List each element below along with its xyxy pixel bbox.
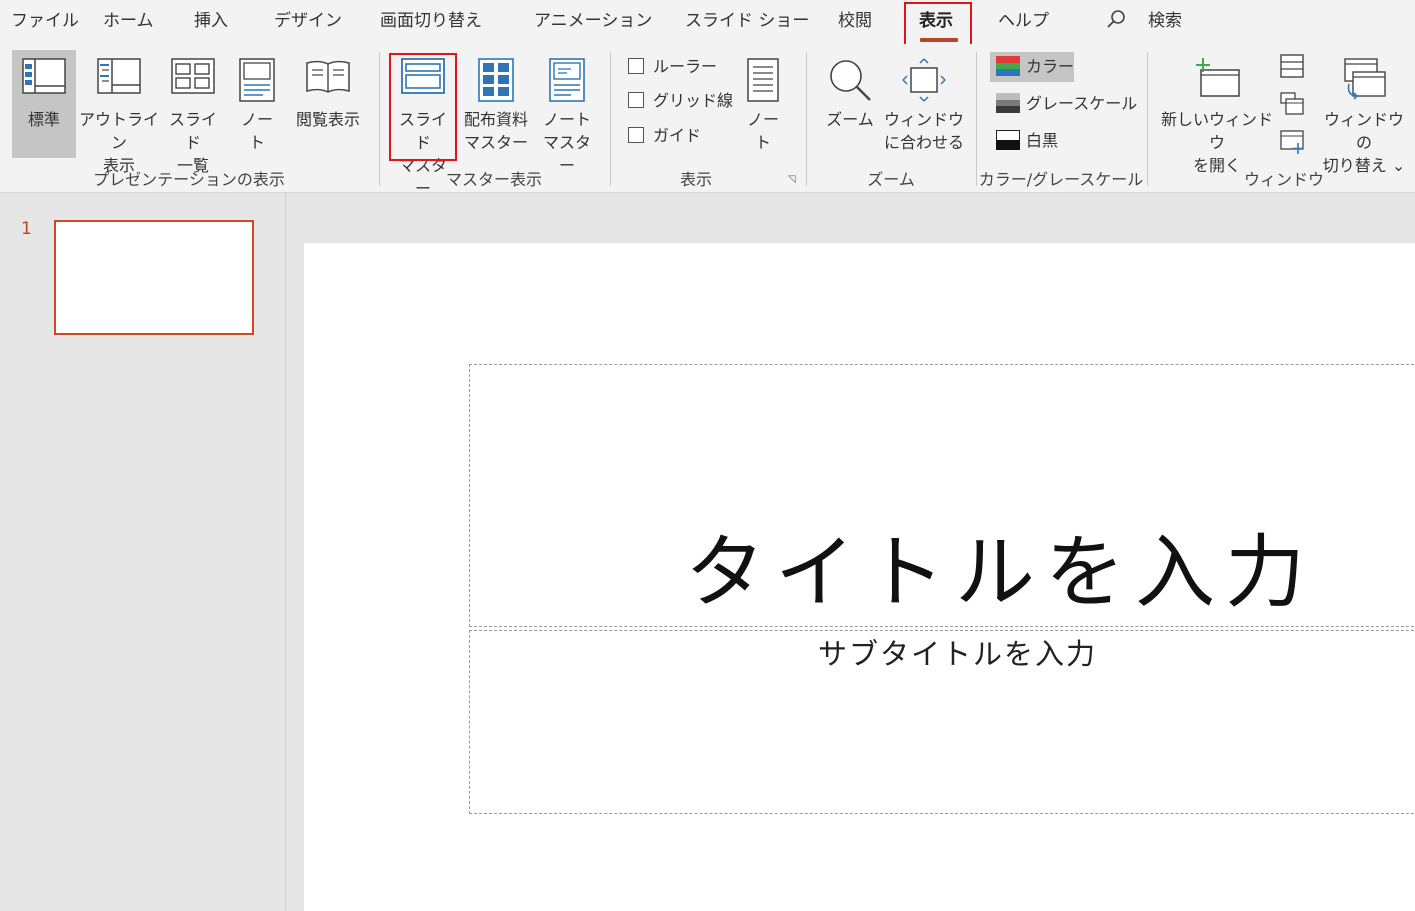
- slide-sorter-button[interactable]: スライド 一覧: [162, 50, 224, 175]
- tab-transitions[interactable]: 画面切り替え: [380, 8, 482, 34]
- title-placeholder-text: タイトルを入力: [685, 526, 1315, 619]
- switch-windows-icon: [1341, 58, 1387, 104]
- group-separator: [610, 52, 611, 186]
- search-box[interactable]: 検索: [1148, 8, 1182, 34]
- zoom-label: ズーム: [826, 110, 874, 129]
- tab-view[interactable]: 表示: [919, 8, 953, 34]
- fit-to-window-button[interactable]: ウィンドウ に合わせる: [884, 50, 964, 158]
- slide-sorter-icon: [171, 58, 215, 98]
- notes-master-label: ノート マスター: [542, 110, 591, 175]
- slide-master-icon: [401, 58, 445, 98]
- ruler-label: ルーラー: [653, 57, 718, 76]
- normal-view-button[interactable]: 標準: [12, 50, 76, 158]
- black-white-swatch-icon: [996, 129, 1020, 150]
- active-tab-indicator: [920, 38, 958, 42]
- notes-icon: [747, 58, 779, 106]
- handout-master-label: 配布資料 マスター: [463, 110, 528, 152]
- ribbon-tab-bar: ファイル ホーム 挿入 デザイン 画面切り替え アニメーション スライド ショー…: [0, 0, 1415, 49]
- tab-file[interactable]: ファイル: [11, 8, 79, 34]
- slide-number: 1: [21, 219, 32, 239]
- notes-page-icon: [239, 58, 275, 106]
- gridlines-label: グリッド線: [653, 91, 734, 110]
- tab-help[interactable]: ヘルプ: [998, 8, 1049, 34]
- notes-master-icon: [549, 58, 585, 106]
- new-window-icon: [1193, 58, 1241, 102]
- checkbox-box[interactable]: [628, 126, 644, 143]
- group-separator: [806, 52, 807, 186]
- slide-master-button[interactable]: スライド マスター: [392, 50, 454, 198]
- slide-thumbnail[interactable]: [54, 220, 254, 335]
- new-window-button[interactable]: 新しいウィンドウ を開く: [1160, 50, 1274, 175]
- tab-review[interactable]: 校閲: [838, 8, 872, 34]
- tab-slideshow[interactable]: スライド ショー: [685, 8, 809, 34]
- handout-master-icon: [478, 58, 514, 106]
- group-label-master-views: マスター表示: [445, 170, 543, 189]
- tab-home[interactable]: ホーム: [103, 8, 154, 34]
- subtitle-placeholder-text: サブタイトルを入力: [818, 637, 1098, 671]
- notes-page-button[interactable]: ノー ト: [228, 50, 286, 158]
- subtitle-placeholder[interactable]: サブタイトルを入力: [469, 630, 1415, 814]
- move-split-icon[interactable]: [1280, 130, 1306, 158]
- group-label-zoom: ズーム: [867, 170, 915, 189]
- slide-master-label: スライド マスター: [398, 110, 447, 198]
- switch-windows-button[interactable]: ウィンドウの 切り替え ⌄: [1320, 50, 1408, 175]
- grayscale-label: グレースケール: [1026, 94, 1138, 113]
- notes-button[interactable]: ノー ト: [736, 50, 790, 158]
- fit-to-window-icon: [902, 58, 946, 106]
- dialog-launcher-icon[interactable]: ◹: [788, 174, 796, 185]
- slide-canvas[interactable]: タイトルを入力 サブタイトルを入力: [304, 243, 1415, 911]
- group-label-presentation-views: プレゼンテーションの表示: [93, 170, 285, 189]
- black-and-white-button[interactable]: 白黒: [990, 126, 1058, 156]
- book-icon: [305, 58, 351, 98]
- color-label: カラー: [1026, 57, 1075, 76]
- black-and-white-label: 白黒: [1026, 131, 1059, 150]
- ruler-checkbox[interactable]: ルーラー: [628, 55, 717, 79]
- tab-insert[interactable]: 挿入: [194, 8, 228, 34]
- fit-to-window-label: ウィンドウ に合わせる: [884, 110, 965, 152]
- slide-thumbnail-pane: 1: [0, 193, 286, 911]
- outline-view-button[interactable]: アウトライン 表示: [78, 50, 160, 175]
- notes-master-button[interactable]: ノート マスター: [536, 50, 598, 175]
- cascade-icon[interactable]: [1280, 92, 1304, 120]
- tab-animations[interactable]: アニメーション: [534, 8, 652, 34]
- handout-master-button[interactable]: 配布資料 マスター: [458, 50, 534, 158]
- group-label-show: 表示: [679, 170, 713, 189]
- color-swatch-icon: [996, 55, 1020, 76]
- reading-view-label: 閲覧表示: [295, 110, 360, 129]
- checkbox-box[interactable]: [628, 91, 644, 108]
- arrange-all-icon[interactable]: [1280, 54, 1304, 82]
- slide-editing-pane: タイトルを入力 サブタイトルを入力: [286, 193, 1415, 911]
- outline-view-icon: [97, 58, 141, 98]
- grayscale-swatch-icon: [996, 92, 1020, 113]
- title-placeholder[interactable]: タイトルを入力: [469, 364, 1415, 627]
- checkbox-box[interactable]: [628, 57, 644, 74]
- group-label-color-grayscale: カラー/グレースケール: [978, 170, 1144, 189]
- ribbon: 標準 アウトライン 表示 スライド 一覧 ノー ト 閲覧表示 プレゼンテーション…: [0, 44, 1415, 198]
- guides-checkbox[interactable]: ガイド: [628, 124, 701, 148]
- search-icon[interactable]: [1106, 8, 1128, 34]
- group-label-window: ウィンドウ: [1243, 170, 1325, 189]
- color-button[interactable]: カラー: [990, 52, 1074, 82]
- reading-view-button[interactable]: 閲覧表示: [290, 50, 366, 158]
- group-separator: [1147, 52, 1148, 186]
- notes-label: ノー ト: [746, 110, 779, 152]
- guides-label: ガイド: [653, 126, 702, 145]
- group-separator: [379, 52, 380, 186]
- normal-view-label: 標準: [27, 110, 60, 129]
- gridlines-checkbox[interactable]: グリッド線: [628, 89, 733, 113]
- notes-page-label: ノー ト: [240, 110, 273, 152]
- group-separator: [976, 52, 977, 186]
- normal-view-icon: [22, 58, 66, 98]
- switch-windows-label: ウィンドウの 切り替え ⌄: [1322, 110, 1406, 175]
- tab-design[interactable]: デザイン: [274, 8, 342, 34]
- magnifier-icon: [828, 58, 872, 106]
- zoom-button[interactable]: ズーム: [818, 50, 882, 158]
- grayscale-button[interactable]: グレースケール: [990, 89, 1137, 119]
